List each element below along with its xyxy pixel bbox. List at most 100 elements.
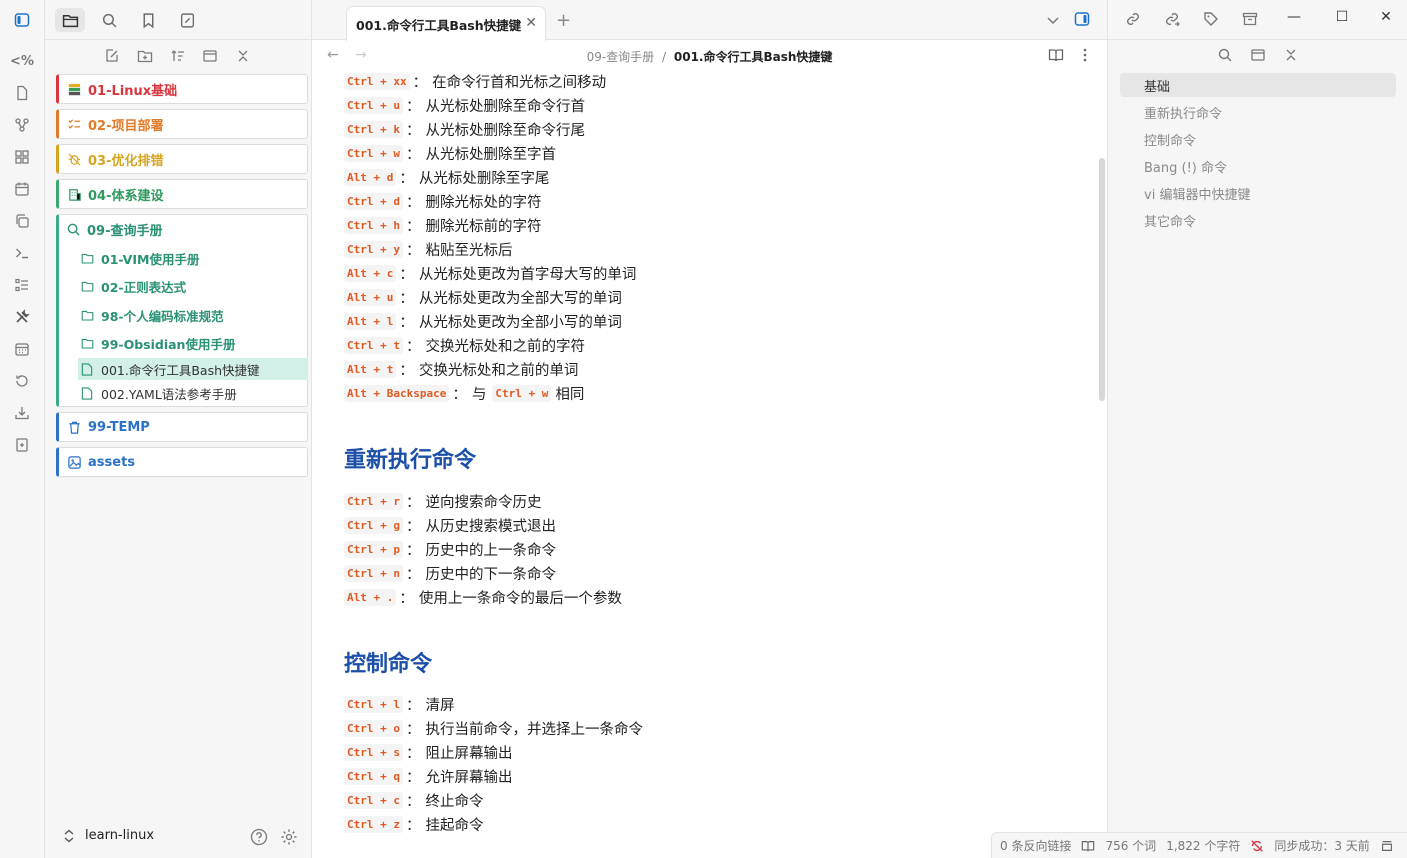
collapse-outline-icon[interactable]	[1283, 47, 1299, 67]
sync-status[interactable]: 同步成功：3 天前	[1274, 837, 1369, 854]
subfolder-regex[interactable]: 02-正则表达式	[81, 275, 186, 297]
file-bash-shortcuts[interactable]: 001.命令行工具Bash快捷键	[78, 358, 308, 380]
graph-icon[interactable]	[11, 114, 33, 136]
breadcrumb-current[interactable]: 001.命令行工具Bash快捷键	[674, 50, 833, 64]
calendar-grid-icon[interactable]	[11, 338, 33, 360]
copy-icon[interactable]	[11, 210, 33, 232]
shortcut-desc: 交换光标处和之前的单词	[418, 362, 579, 379]
search-tab-icon[interactable]	[94, 8, 124, 32]
colon: ：	[399, 314, 414, 331]
folder-assets[interactable]: assets	[56, 447, 308, 477]
new-note-icon[interactable]	[101, 46, 123, 66]
vault-switcher[interactable]: learn-linux	[63, 828, 154, 843]
tools-icon[interactable]	[11, 306, 33, 328]
key-combo: Ctrl + c	[344, 791, 403, 809]
auto-reveal-icon[interactable]	[199, 46, 221, 66]
sort-icon[interactable]	[167, 46, 189, 66]
colon: ：	[405, 721, 421, 738]
outline-item[interactable]: vi 编辑器中快捷键	[1120, 181, 1396, 205]
folder-label: 02-项目部署	[88, 118, 164, 134]
layers-icon[interactable]	[1380, 839, 1394, 853]
file-icon[interactable]	[11, 82, 33, 104]
terminal-icon[interactable]	[11, 242, 33, 264]
status-bar: 0 条反向链接 756 个词 1,822 个字符 同步成功：3 天前	[991, 832, 1407, 858]
subfolder-coding-standards[interactable]: 98-个人编码标准规范	[81, 304, 224, 326]
outgoing-link-icon[interactable]	[1164, 11, 1180, 31]
auto-expand-icon[interactable]	[1250, 47, 1266, 67]
word-count: 756 个词	[1105, 839, 1157, 853]
reading-mode-icon[interactable]	[1081, 839, 1095, 853]
files-tab-icon[interactable]	[55, 8, 85, 32]
editor-scrollbar[interactable]	[1099, 158, 1105, 401]
settings-icon[interactable]	[280, 828, 298, 850]
shortcut-desc: 允许屏幕输出	[425, 769, 513, 786]
shortcut-desc: 从光标处删除至命令行尾	[425, 122, 585, 139]
breadcrumb-parent[interactable]: 09-查询手册	[587, 50, 655, 64]
shortcut-desc: 终止命令	[425, 793, 484, 810]
folder-temp[interactable]: 99-TEMP	[56, 412, 308, 442]
shortcut-desc: 从光标处更改为首字母大写的单词	[418, 266, 637, 283]
code-icon[interactable]: <%	[10, 50, 34, 72]
folder-system-build[interactable]: 04-体系建设	[56, 179, 308, 209]
history-icon[interactable]	[11, 370, 33, 392]
layout-icon[interactable]	[11, 146, 33, 168]
backlinks-count[interactable]: 0 条反向链接	[1000, 837, 1071, 854]
minimize-button[interactable]: —	[1284, 9, 1304, 25]
key-combo: Ctrl + s	[344, 743, 403, 761]
tab-bash-shortcuts[interactable]: 001.命令行工具Bash快捷键 ✕	[346, 6, 546, 41]
file-yaml-reference[interactable]: 002.YAML语法参考手册	[78, 382, 308, 404]
shortcut-desc: 相同	[555, 386, 585, 403]
trash-icon	[66, 419, 82, 435]
maximize-button[interactable]: ☐	[1332, 9, 1352, 25]
download-icon[interactable]	[11, 402, 33, 424]
outline-item[interactable]: Bang (!) 命令	[1120, 154, 1396, 178]
folder-icon	[81, 338, 94, 348]
outline-item[interactable]: 其它命令	[1120, 208, 1396, 232]
key-combo: Ctrl + g	[344, 516, 403, 534]
close-tab-icon[interactable]: ✕	[525, 15, 537, 31]
outline-item[interactable]: 控制命令	[1120, 127, 1396, 151]
folder-project-deploy[interactable]: 02-项目部署	[56, 109, 308, 139]
key-combo: Ctrl + q	[344, 767, 403, 785]
more-options-icon[interactable]	[1077, 47, 1093, 67]
folder-linux-basics[interactable]: 01-Linux基础	[56, 74, 308, 104]
link-icon[interactable]	[1125, 11, 1141, 31]
shortcut-line: Ctrl + l：清屏	[344, 693, 454, 715]
calendar-icon[interactable]	[11, 178, 33, 200]
subfolder-label: 98-个人编码标准规范	[101, 308, 224, 324]
close-window-button[interactable]: ✕	[1376, 9, 1396, 25]
folder-optimize-debug[interactable]: 03-优化排错	[56, 144, 308, 174]
markdown-editor[interactable]: Ctrl + xx：在命令行首和光标之间移动 Ctrl + u：从光标处删除至命令…	[312, 71, 1099, 858]
bookmark-tab-icon[interactable]	[133, 8, 163, 32]
chevron-updown-icon	[64, 829, 74, 842]
new-tab-icon[interactable]: +	[556, 10, 571, 31]
tags-icon[interactable]	[1203, 11, 1219, 31]
outline-item[interactable]: 重新执行命令	[1120, 100, 1396, 124]
folder-label: 01-Linux基础	[88, 83, 178, 99]
key-combo: Ctrl + xx	[344, 72, 410, 90]
new-folder-icon[interactable]	[134, 46, 156, 66]
subfolder-obsidian[interactable]: 99-Obsidian使用手册	[81, 332, 235, 354]
subfolder-vim[interactable]: 01-VIM使用手册	[81, 247, 199, 269]
export-icon[interactable]	[11, 434, 33, 456]
note-tab-icon[interactable]	[172, 8, 202, 32]
list-icon[interactable]	[11, 274, 33, 296]
colon: ：	[405, 817, 421, 834]
colon: ：	[405, 494, 421, 511]
colon: ：	[399, 290, 414, 307]
archive-icon[interactable]	[1242, 11, 1258, 31]
folder-reference-header[interactable]: 09-查询手册	[66, 219, 163, 239]
search-outline-icon[interactable]	[1217, 47, 1233, 67]
collapse-all-icon[interactable]	[232, 46, 254, 66]
right-sidebar-toggle-icon[interactable]	[1074, 11, 1090, 31]
shortcut-line: Alt + Backspace： 与 Ctrl + w 相同	[344, 382, 584, 404]
file-label: 001.命令行工具Bash快捷键	[101, 362, 260, 378]
tab-list-chevron-icon[interactable]	[1045, 12, 1061, 32]
help-icon[interactable]	[250, 828, 268, 850]
colon: ：	[405, 146, 421, 163]
sync-off-icon[interactable]	[1250, 839, 1264, 853]
outline-item[interactable]: 基础	[1120, 73, 1396, 97]
sidebar-toggle-icon[interactable]	[11, 9, 33, 31]
folder-label: 99-TEMP	[88, 419, 150, 435]
reading-view-icon[interactable]	[1048, 47, 1064, 67]
